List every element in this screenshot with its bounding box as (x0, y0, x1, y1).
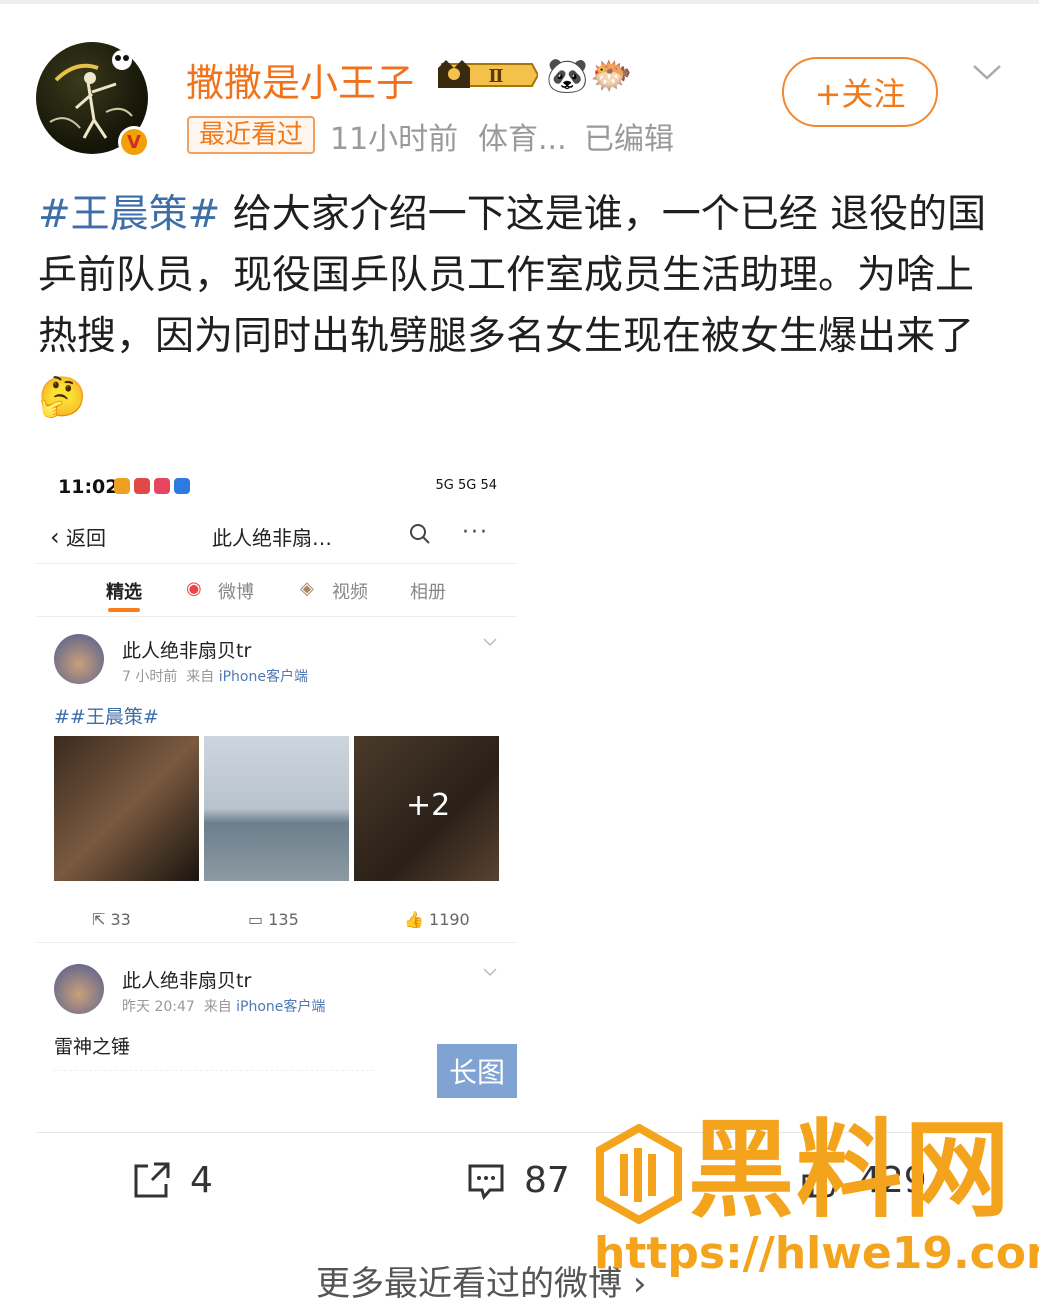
back-label: 返回 (65, 526, 106, 550)
profile-tabs: 精选 ◉ 微博 ◈ 视频 相册 (36, 563, 517, 617)
chevron-down-icon[interactable] (482, 964, 498, 984)
recent-viewed-tag: 最近看过 (187, 116, 316, 154)
post-meta-source: iPhone客户端 (218, 669, 308, 685)
post-meta-from: 来自 (186, 669, 215, 685)
chevron-down-icon[interactable] (482, 634, 498, 654)
post-photo[interactable] (54, 736, 199, 881)
more-icon[interactable]: ··· (462, 520, 489, 545)
tab-video[interactable]: 视频 (332, 578, 368, 604)
repost-count: 33 (110, 910, 131, 929)
post-hashtag[interactable]: #王晨策# (38, 192, 220, 237)
embedded-screenshot[interactable]: 11:02 5G 5G 54 ‹ 返回 此人绝非扇… ··· 精选 ◉ 微博 ◈… (36, 458, 517, 1098)
comment-count: 135 (268, 910, 299, 929)
more-photos-count[interactable]: +2 (406, 788, 450, 823)
avatar[interactable] (54, 964, 104, 1014)
post-author-name[interactable]: 此人绝非扇贝tr (122, 966, 251, 993)
post-text: 雷神之锤 (54, 1036, 131, 1058)
comment-count[interactable]: 87 (524, 1160, 570, 1201)
level-badge-icon: Ⅱ (434, 56, 540, 94)
like-button[interactable]: 👍 1190 (404, 910, 470, 929)
back-button[interactable]: ‹ 返回 (50, 522, 106, 551)
post-meta-source: iPhone客户端 (236, 999, 326, 1015)
chevron-left-icon: ‹ (50, 523, 60, 551)
pufferfish-icon: 🐡 (590, 56, 633, 96)
chevron-down-icon[interactable] (970, 54, 1004, 88)
like-count: 1190 (429, 910, 470, 929)
post-body: #王晨策# 给大家介绍一下这是谁，一个已经 退役的国乒前队员，现役国乒队员工作室… (38, 184, 1008, 428)
search-icon[interactable] (408, 522, 432, 550)
post-photo[interactable] (204, 736, 349, 881)
level-badge-label: Ⅱ (488, 66, 503, 87)
top-divider (0, 0, 1039, 4)
tab-active-indicator (108, 608, 140, 612)
status-app-icons (114, 478, 190, 494)
long-image-preview[interactable] (54, 1070, 374, 1098)
author-name[interactable]: 撒撒是小王子 (186, 52, 414, 107)
status-time: 11:02 (58, 476, 119, 498)
status-indicators: 5G 5G 54 (435, 478, 498, 493)
verified-badge-icon: V (118, 126, 150, 158)
tab-featured[interactable]: 精选 (106, 578, 142, 604)
post-meta: 7 小时前 来自 iPhone客户端 (122, 666, 308, 686)
watermark-text: 黑料网 (688, 1109, 1012, 1232)
tab-weibo[interactable]: 微博 (218, 578, 254, 604)
comment-button[interactable]: ▭ 135 (248, 910, 299, 929)
post-meta-time: 7 小时前 (122, 669, 178, 685)
like-icon: 👍 (404, 910, 424, 929)
profile-title: 此人绝非扇… (212, 526, 332, 550)
post-category[interactable]: 体育... (478, 114, 567, 158)
repost-icon: ⇱ (92, 910, 106, 929)
post-meta-from: 来自 (203, 999, 232, 1015)
follow-button[interactable]: +关注 (782, 57, 938, 127)
post-time: 11小时前 (330, 122, 459, 157)
watermark-logo-icon (594, 1123, 684, 1228)
edited-label[interactable]: 已编辑 (584, 114, 674, 158)
post-meta-time: 昨天 20:47 (122, 999, 195, 1015)
comment-icon[interactable] (466, 1160, 506, 1204)
comment-icon: ▭ (248, 910, 264, 929)
repost-count[interactable]: 4 (190, 1160, 213, 1201)
tab-album[interactable]: 相册 (410, 578, 446, 604)
weibo-icon: ◉ (186, 578, 202, 599)
long-image-button[interactable]: 长图 (437, 1044, 517, 1098)
more-recent-label: 更多最近看过的微博 (316, 1264, 622, 1304)
avatar[interactable] (54, 634, 104, 684)
watermark-url: https://hlwe19.com (594, 1228, 1039, 1279)
post-author-name[interactable]: 此人绝非扇贝tr (122, 636, 251, 663)
post-meta: 昨天 20:47 来自 iPhone客户端 (122, 996, 325, 1016)
thinking-emoji-icon: 🤔 (38, 375, 87, 420)
post-hashtag[interactable]: ##王晨策# (54, 702, 159, 729)
panda-icon: 🐼 (546, 56, 589, 96)
repost-button[interactable]: ⇱ 33 (92, 910, 131, 929)
post-divider (36, 942, 517, 943)
video-icon: ◈ (300, 578, 314, 599)
repost-icon[interactable] (132, 1160, 172, 1204)
